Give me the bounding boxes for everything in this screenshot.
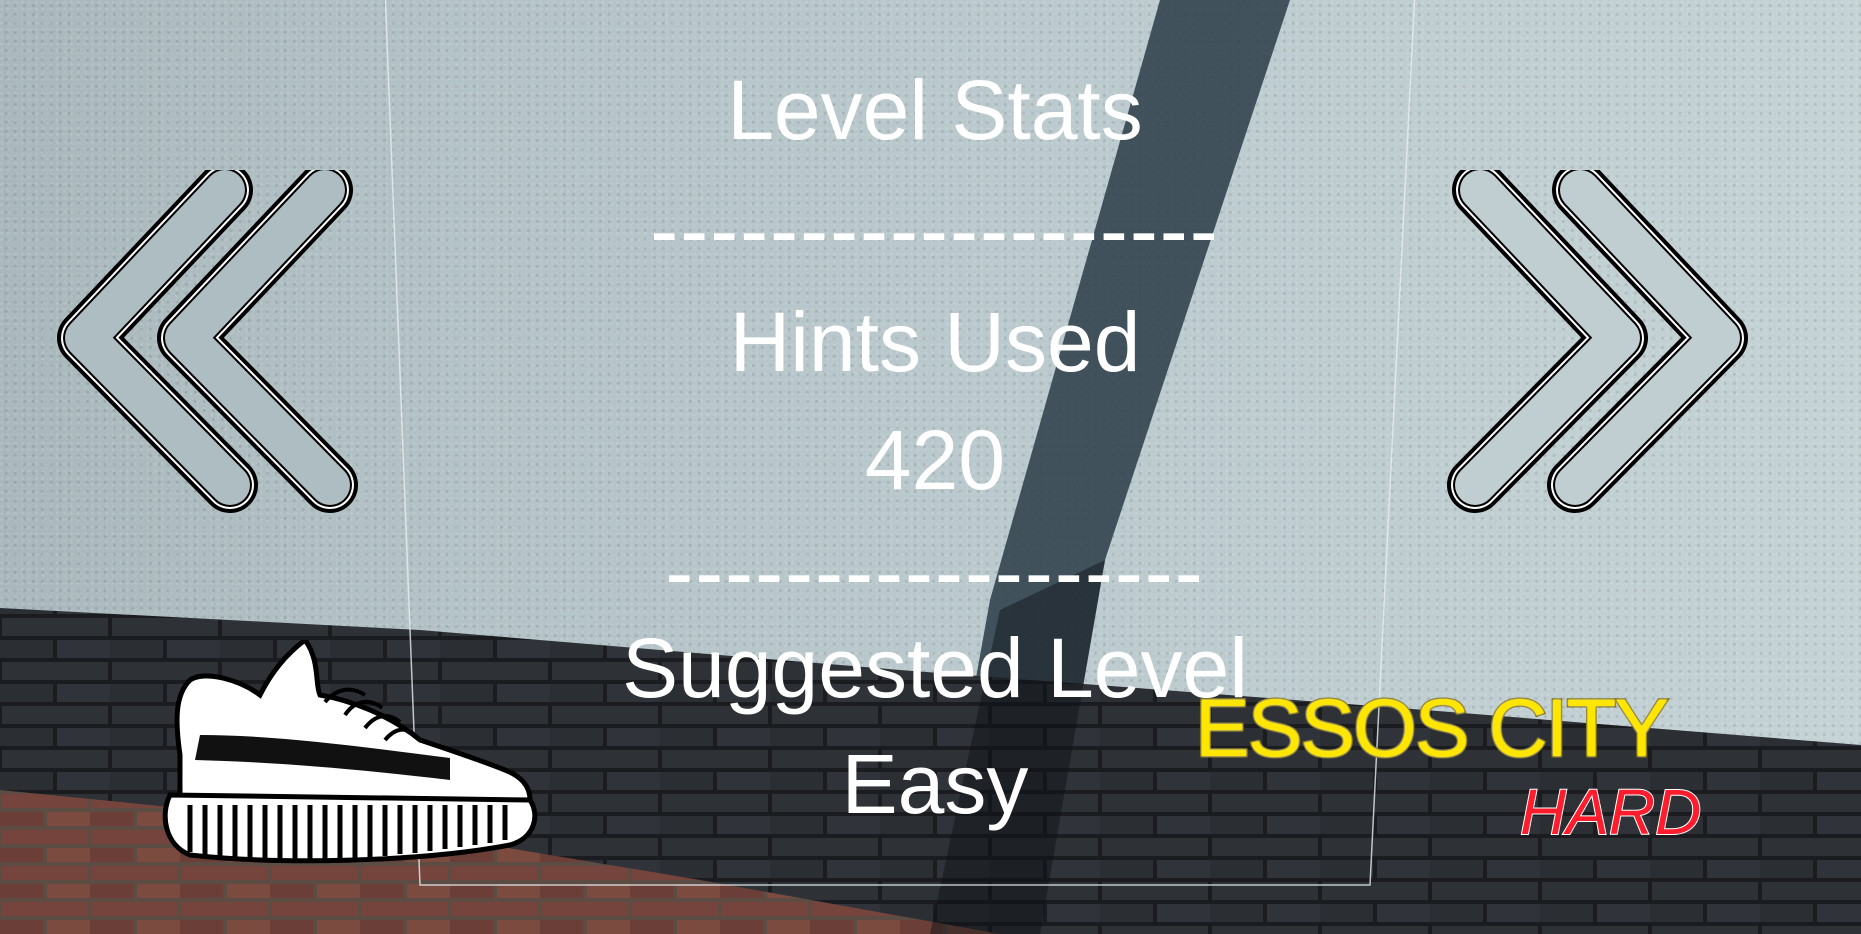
- previous-level-button[interactable]: [55, 162, 375, 520]
- divider-bottom: ------------------: [665, 525, 1205, 619]
- hints-used-value: 420: [864, 413, 1006, 507]
- level-stats-title: Level Stats: [727, 63, 1143, 157]
- game-scene: Level Stats ------------------- Hints Us…: [0, 0, 1861, 934]
- sneaker-icon: [162, 640, 538, 864]
- divider-top: -------------------: [650, 183, 1220, 277]
- double-chevron-left-icon: [57, 162, 358, 513]
- level-city-name: ESSOS CITY: [1193, 683, 1670, 774]
- difficulty-label: HARD: [1519, 776, 1702, 848]
- hints-used-label: Hints Used: [729, 295, 1141, 389]
